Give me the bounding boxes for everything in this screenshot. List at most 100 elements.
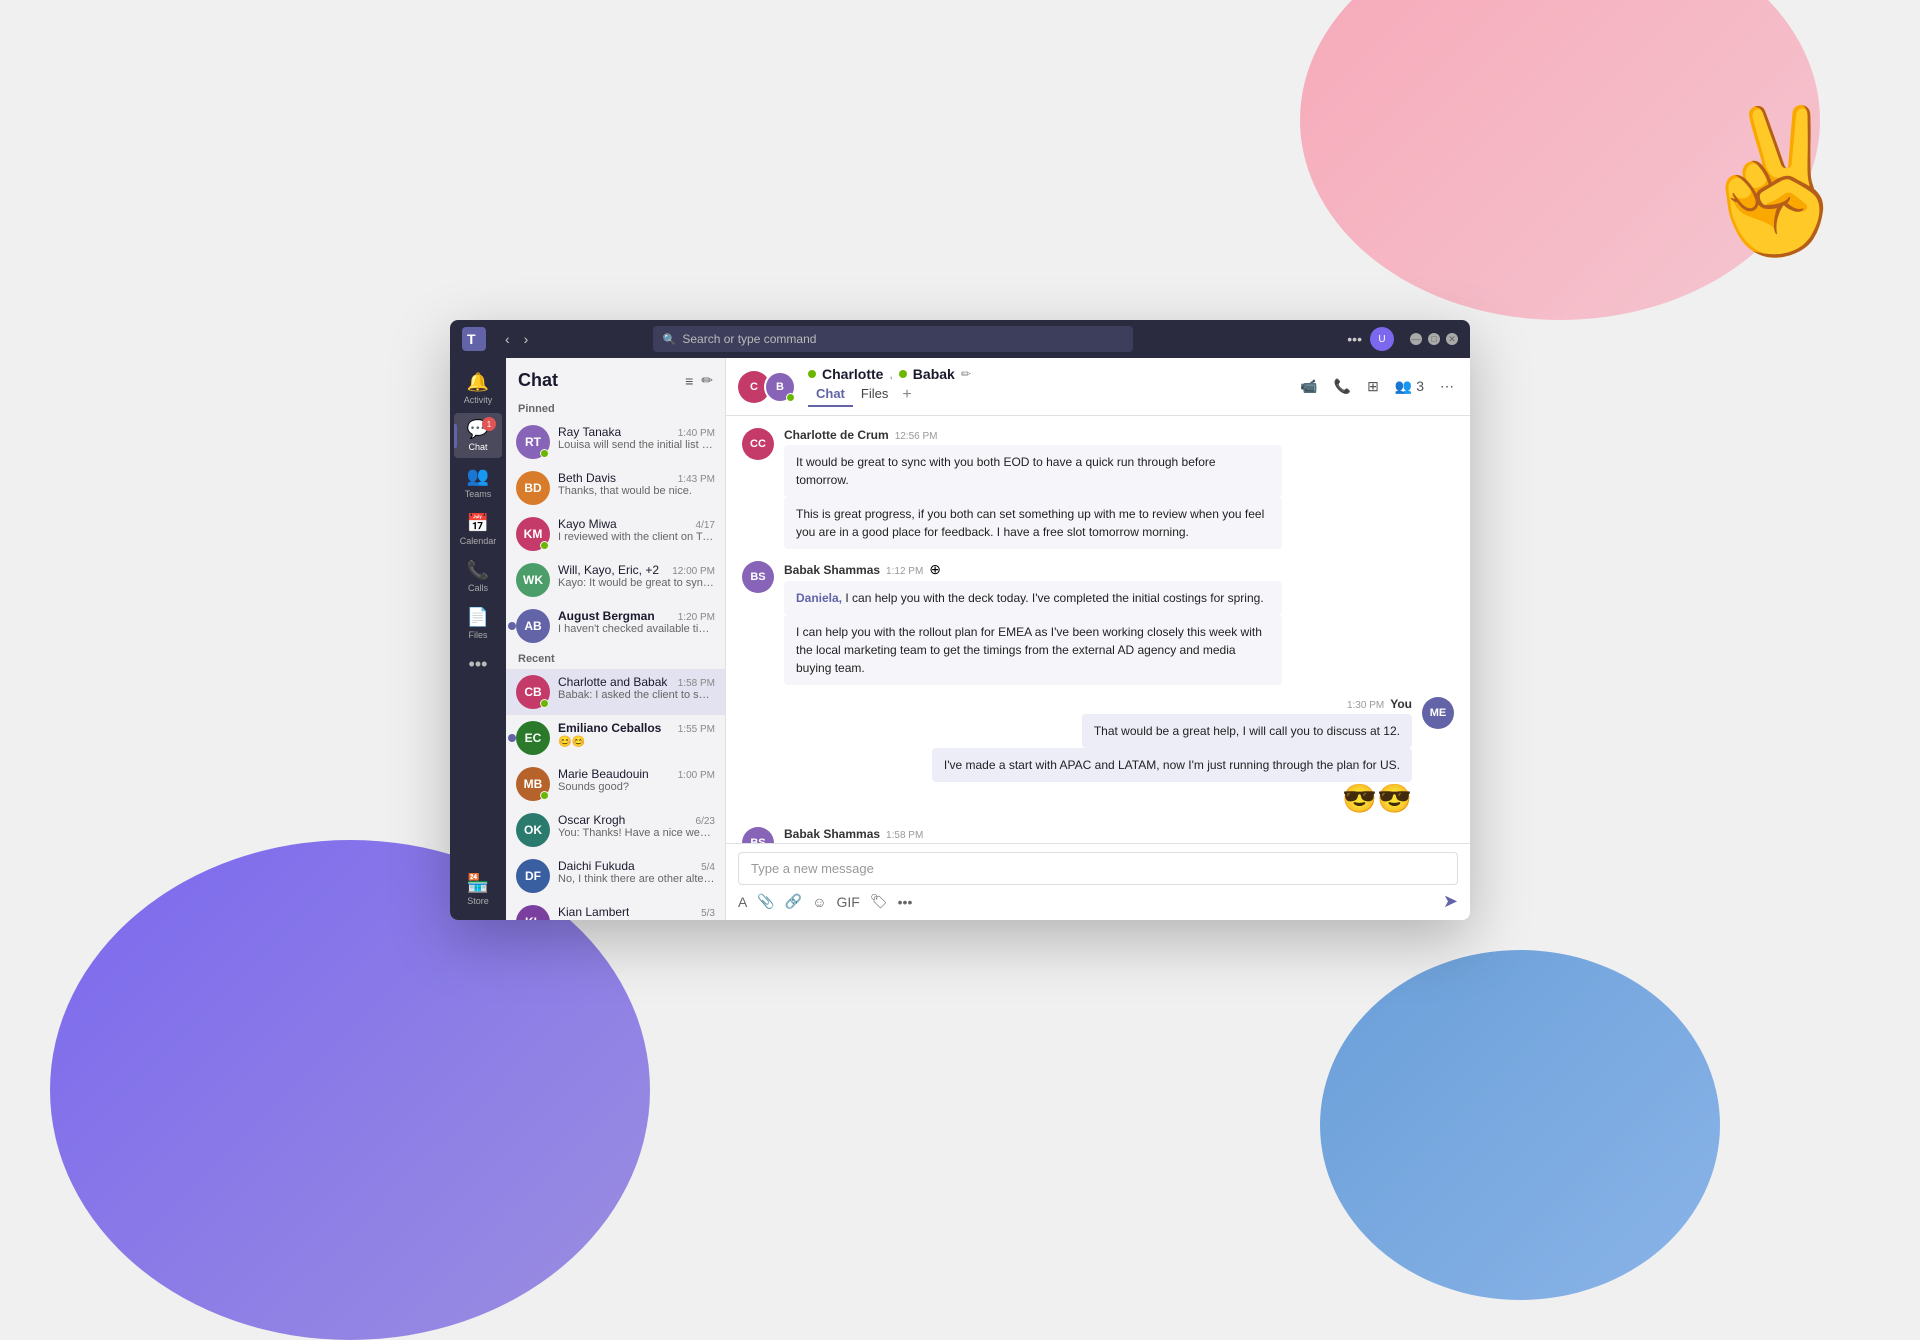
audio-call-button[interactable]: 📞: [1330, 374, 1355, 399]
list-item[interactable]: EC Emiliano Ceballos1:55 PM😊😊: [506, 715, 725, 761]
chat-item-preview: 😊😊: [558, 735, 715, 748]
chat-item-time: 12:00 PM: [672, 566, 715, 577]
message-bubble: I've made a start with APAC and LATAM, n…: [932, 748, 1412, 782]
chat-item-name: Marie Beaudouin: [558, 767, 649, 781]
close-button[interactable]: ✕: [1446, 333, 1458, 345]
sticker-button[interactable]: 🏷: [870, 893, 888, 910]
list-item[interactable]: OKOscar Krogh6/23You: Thanks! Have a nic…: [506, 807, 725, 853]
input-toolbar: A 📎 🔗 ☺ GIF 🏷 ••• ➤: [738, 891, 1458, 912]
list-item[interactable]: RTRay Tanaka1:40 PMLouisa will send the …: [506, 419, 725, 465]
chat-item-time: 1:40 PM: [678, 428, 715, 439]
sidebar-item-calls[interactable]: 📞 Calls: [454, 554, 502, 599]
chat-item-top: Emiliano Ceballos1:55 PM: [558, 721, 715, 735]
chat-item-top: Daichi Fukuda5/4: [558, 859, 715, 873]
message-bubble: It would be great to sync with you both …: [784, 445, 1282, 497]
chat-list-panel: Chat ≡ ✏ Pinned RTRay Tanaka1:40 PMLouis…: [506, 358, 726, 920]
activity-label: Activity: [464, 395, 493, 405]
online-indicator: [540, 541, 549, 550]
chat-item-content: Kian Lambert5/3Have you ran this by Beth…: [558, 905, 715, 920]
list-item[interactable]: CBCharlotte and Babak1:58 PMBabak: I ask…: [506, 669, 725, 715]
chat-item-name: August Bergman: [558, 609, 655, 623]
sidebar-item-teams[interactable]: 👥 Teams: [454, 460, 502, 505]
chat-item-preview: Thanks, that would be nice.: [558, 485, 715, 497]
list-item[interactable]: MBMarie Beaudouin1:00 PMSounds good?: [506, 761, 725, 807]
recent-list: CBCharlotte and Babak1:58 PMBabak: I ask…: [506, 669, 725, 920]
compose-button[interactable]: ✏: [701, 372, 713, 389]
add-tab-button[interactable]: +: [896, 384, 917, 406]
chat-header-actions: 📹 📞 ⊞ 👥 3 ⋯: [1296, 374, 1458, 399]
nav-back-button[interactable]: ‹: [500, 329, 515, 349]
chat-item-time: 1:20 PM: [678, 612, 715, 623]
message-row: BSBabak Shammas1:58 PMThat's great. I wi…: [742, 827, 1454, 843]
message-avatar: ME: [1422, 697, 1454, 729]
more-tools-button[interactable]: •••: [898, 894, 913, 910]
tab-chat[interactable]: Chat: [808, 382, 853, 407]
user-avatar[interactable]: U: [1370, 327, 1394, 351]
filter-button[interactable]: ≡: [685, 372, 693, 389]
message-bubble: This is great progress, if you both can …: [784, 497, 1282, 549]
list-item[interactable]: AB August Bergman 1:20 PMI haven't checked…: [506, 603, 725, 649]
chat-item-preview: I haven't checked available times yet: [558, 623, 715, 635]
avatar-wrap: EC: [516, 721, 550, 755]
avatar: DF: [516, 859, 550, 893]
maximize-button[interactable]: □: [1428, 333, 1440, 345]
link-button[interactable]: 🔗: [785, 893, 802, 910]
teams-label: Teams: [465, 489, 492, 499]
chat-header-names: Charlotte , Babak ✏: [808, 366, 1288, 382]
unread-dot: [508, 622, 516, 630]
calls-icon: 📞: [467, 560, 489, 581]
minimize-button[interactable]: —: [1410, 333, 1422, 345]
chat-item-top: Kian Lambert5/3: [558, 905, 715, 919]
message-meta: You1:30 PM: [1347, 697, 1412, 711]
avatar: BD: [516, 471, 550, 505]
sidebar-item-store[interactable]: 🏪 Store: [454, 867, 502, 912]
list-item[interactable]: WKWill, Kayo, Eric, +212:00 PMKayo: It w…: [506, 557, 725, 603]
chat-item-time: 4/17: [696, 520, 715, 531]
chat-list-header: Chat ≡ ✏: [506, 358, 725, 399]
chat-item-name: Will, Kayo, Eric, +2: [558, 563, 659, 577]
tab-files[interactable]: Files: [853, 382, 896, 407]
message-avatar: CC: [742, 428, 774, 460]
attach-button[interactable]: 📎: [757, 893, 774, 910]
giphy-button[interactable]: GIF: [837, 894, 860, 910]
format-button[interactable]: A: [738, 894, 747, 910]
search-bar[interactable]: 🔍 Search or type command: [653, 326, 1133, 352]
avatar-wrap: OK: [516, 813, 550, 847]
store-icon: 🏪: [467, 873, 489, 894]
list-item[interactable]: KLKian Lambert5/3Have you ran this by Be…: [506, 899, 725, 920]
list-item[interactable]: KMKayo Miwa4/17I reviewed with the clien…: [506, 511, 725, 557]
more-options-button[interactable]: ⋯: [1436, 374, 1458, 399]
sidebar-item-activity[interactable]: 🔔 Activity: [454, 366, 502, 411]
send-button[interactable]: ➤: [1443, 891, 1458, 912]
chat-item-top: Charlotte and Babak1:58 PM: [558, 675, 715, 689]
message-sender: Babak Shammas: [784, 827, 880, 841]
activity-icon: 🔔: [467, 372, 489, 393]
chat-item-time: 5/3: [701, 908, 715, 919]
message-row: MEYou1:30 PMThat would be a great help, …: [742, 697, 1454, 815]
sidebar-item-more[interactable]: •••: [454, 648, 502, 681]
screen-share-button[interactable]: ⊞: [1363, 374, 1383, 399]
messages-area[interactable]: CCCharlotte de Crum12:56 PMIt would be g…: [726, 416, 1470, 843]
list-item[interactable]: BD Beth Davis1:43 PMThanks, that would be…: [506, 465, 725, 511]
people-button[interactable]: 👥 3: [1391, 374, 1428, 399]
message-content: Babak Shammas1:12 PM⊕Daniela, I can help…: [784, 561, 1282, 685]
emoji-button[interactable]: ☺: [812, 894, 826, 910]
sidebar-item-chat[interactable]: 💬 Chat 1: [454, 413, 502, 458]
pinned-list: RTRay Tanaka1:40 PMLouisa will send the …: [506, 419, 725, 649]
chat-item-time: 1:58 PM: [678, 678, 715, 689]
edit-chat-name-icon[interactable]: ✏: [961, 367, 971, 381]
video-call-button[interactable]: 📹: [1296, 374, 1321, 399]
online-indicator: [540, 791, 549, 800]
chat-item-name: Emiliano Ceballos: [558, 721, 661, 735]
chat-label: Chat: [468, 442, 487, 452]
chat-item-top: Beth Davis1:43 PM: [558, 471, 715, 485]
message-input[interactable]: Type a new message: [738, 852, 1458, 885]
avatar-wrap: AB: [516, 609, 550, 643]
reaction-icon[interactable]: ⊕: [929, 561, 941, 578]
list-item[interactable]: DFDaichi Fukuda5/4No, I think there are …: [506, 853, 725, 899]
nav-forward-button[interactable]: ›: [519, 329, 534, 349]
titlebar-more-button[interactable]: •••: [1347, 331, 1362, 347]
sidebar-item-calendar[interactable]: 📅 Calendar: [454, 507, 502, 552]
message-bubble: I can help you with the rollout plan for…: [784, 615, 1282, 685]
sidebar-item-files[interactable]: 📄 Files: [454, 601, 502, 646]
